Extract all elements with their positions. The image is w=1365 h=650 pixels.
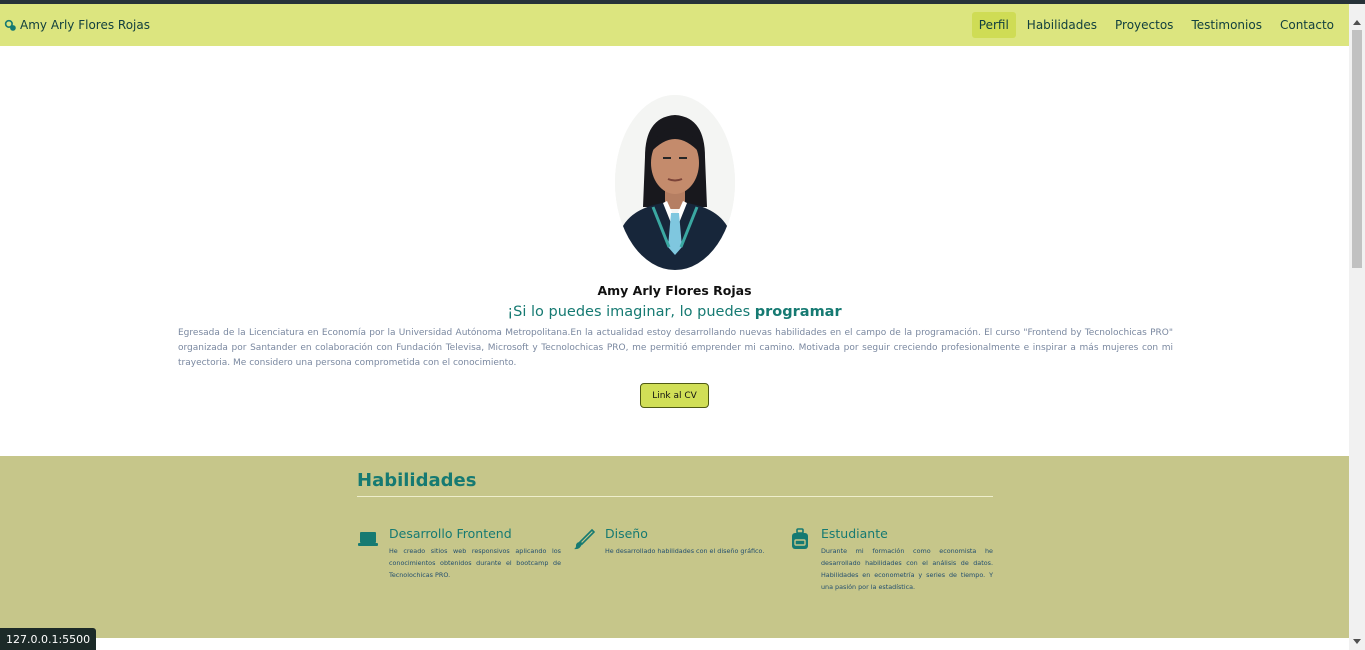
scroll-down-icon[interactable] [1353, 639, 1361, 644]
nav-link-contacto[interactable]: Contacto [1273, 12, 1341, 38]
skill-title: Desarrollo Frontend [389, 526, 512, 541]
laptop-icon [358, 532, 378, 546]
tagline-highlight: programar [754, 304, 842, 320]
scroll-up-icon[interactable] [1353, 20, 1361, 25]
nav-link-proyectos[interactable]: Proyectos [1108, 12, 1180, 38]
skills-title: Habilidades [357, 470, 477, 491]
skill-text: Durante mi formación como economista he … [821, 547, 993, 591]
skill-title: Diseño [605, 526, 648, 541]
tagline-text: ¡Si lo puedes imaginar, lo puedes [507, 304, 755, 320]
skill-text: He creado sitios web responsivos aplican… [389, 547, 561, 579]
brand-name: Amy Arly Flores Rojas [20, 18, 150, 32]
skill-title: Estudiante [821, 526, 888, 541]
briefcase-icon [792, 528, 808, 549]
skills-divider [357, 496, 993, 497]
navbar: Amy Arly Flores Rojas Perfil Habilidades… [0, 4, 1349, 46]
status-url-tooltip: 127.0.0.1:5500 [0, 628, 97, 650]
brush-icon [574, 528, 595, 550]
skill-text: He desarrollado habilidades con el diseñ… [605, 547, 765, 555]
profile-bio: Egresada de la Licenciatura en Economía … [178, 328, 1173, 368]
page-bottom [0, 638, 1349, 650]
vertical-scrollbar[interactable] [1349, 4, 1365, 650]
nav-link-perfil[interactable]: Perfil [971, 12, 1016, 38]
brand-link[interactable]: Amy Arly Flores Rojas [4, 18, 150, 32]
nav-link-habilidades[interactable]: Habilidades [1020, 12, 1104, 38]
nav-menu: Perfil Habilidades Proyectos Testimonios… [971, 12, 1341, 38]
scrollbar-thumb[interactable] [1352, 30, 1362, 268]
profile-section: Amy Arly Flores Rojas ¡Si lo puedes imag… [0, 46, 1349, 456]
leaf-icon [4, 19, 16, 31]
nav-link-testimonios[interactable]: Testimonios [1184, 12, 1269, 38]
skills-section: Habilidades Desarrollo Frontend He cread… [0, 456, 1349, 638]
cv-link-button[interactable]: Link al CV [640, 383, 709, 408]
profile-photo [615, 95, 735, 270]
profile-name: Amy Arly Flores Rojas [597, 283, 752, 298]
tagline: ¡Si lo puedes imaginar, lo puedes progra… [0, 304, 1349, 320]
